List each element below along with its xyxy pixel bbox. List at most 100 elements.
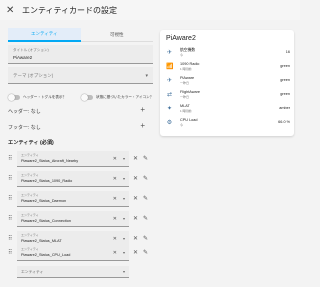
entity-row: ⠿ エンティティ Piaware2_Status_Daemon ✕ ▾ ✕ ✎ <box>8 191 153 207</box>
preview-title: PiAware2 <box>166 35 196 42</box>
entity-select-value: Piaware2_Status_MLAT <box>21 238 62 243</box>
preview-row-time: 一昨日 <box>180 95 190 99</box>
edit-entity-icon[interactable]: ✎ <box>143 249 148 256</box>
entity-select-label: エンティティ <box>21 153 39 157</box>
clear-icon[interactable]: ✕ <box>113 156 117 162</box>
remove-entity-icon[interactable]: ✕ <box>133 215 138 222</box>
airplane-icon: ✈ <box>166 78 173 84</box>
preview-row-state: 16 <box>285 50 290 54</box>
editor-tabs: エンティティ 可視性 <box>8 28 153 42</box>
preview-row[interactable]: ✈ 航空機数 今 16 <box>166 48 290 58</box>
edit-entity-icon[interactable]: ✎ <box>143 215 148 222</box>
preview-row-time: 1 時間前 <box>180 67 192 71</box>
chevron-down-icon: ▾ <box>122 236 125 241</box>
preview-row-state: 66.0 % <box>278 120 290 124</box>
remove-entity-icon[interactable]: ✕ <box>133 155 138 162</box>
entity-select-label: エンティティ <box>21 193 39 197</box>
entity-select-value: Piaware2_Status_Aircraft_Nearby <box>21 158 79 163</box>
preview-row-state: green <box>280 78 290 82</box>
drag-handle-icon[interactable]: ⠿ <box>8 155 14 162</box>
state-color-label: 状態に基づいたカラー・アイコン？ <box>96 95 154 99</box>
drag-handle-icon[interactable]: ⠿ <box>8 235 14 242</box>
theme-select[interactable]: テーマ (オプション) ▾ <box>8 67 153 84</box>
footer-label: フッター: なし <box>8 125 41 131</box>
entity-select-value: Piaware2_Status_1090_Radio <box>21 178 73 183</box>
chevron-down-icon: ▾ <box>122 176 125 181</box>
chevron-down-icon: ▾ <box>122 250 125 255</box>
chevron-down-icon: ▾ <box>122 156 125 161</box>
entities-section-title: エンティティ (必須) <box>8 140 54 146</box>
mlat-icon: ✦ <box>166 106 173 112</box>
remove-entity-icon[interactable]: ✕ <box>133 235 138 242</box>
entity-select[interactable]: エンティティ Piaware2_Status_Connection ✕ ▾ <box>17 211 129 227</box>
drag-handle-icon[interactable]: ⠿ <box>8 175 14 182</box>
state-color-switch[interactable] <box>81 94 93 101</box>
chevron-down-icon: ▾ <box>122 269 125 274</box>
clear-icon[interactable]: ✕ <box>113 176 117 182</box>
entity-select-value: Piaware2_Status_CPU_Load <box>21 252 71 257</box>
add-entity-select[interactable]: エンティティ ▾ <box>17 266 129 278</box>
preview-row-name: 1090 Radio <box>180 62 200 66</box>
preview-row-name: FlightAware <box>180 90 200 94</box>
card-preview: PiAware2 ✈ 航空機数 今 16 📶 1090 Radio 1 時間前 … <box>160 30 294 136</box>
radio-icon: 📶 <box>166 64 174 70</box>
preview-row[interactable]: 📶 1090 Radio 1 時間前 green <box>166 62 290 72</box>
close-icon[interactable]: ✕ <box>6 5 16 16</box>
preview-row[interactable]: ⚙ CPU Load 今 66.0 % <box>166 118 290 128</box>
theme-select-placeholder: テーマ (オプション) <box>13 73 54 78</box>
drag-handle-icon[interactable]: ⠿ <box>8 215 14 222</box>
header-toggle-label: ヘッダー・トグルを表示？ <box>23 95 67 99</box>
entity-select[interactable]: エンティティ Piaware2_Status_Daemon ✕ ▾ <box>17 191 129 207</box>
preview-row[interactable]: ⇄ FlightAware 一昨日 green <box>166 90 290 100</box>
entity-select[interactable]: エンティティ Piaware2_Status_CPU_Load ✕ ▾ <box>17 245 129 261</box>
preview-row-time: 一昨日 <box>180 81 190 85</box>
toggle-row: ヘッダー・トグルを表示？ 状態に基づいたカラー・アイコン？ <box>8 94 153 104</box>
preview-row-state: green <box>280 92 290 96</box>
edit-entity-icon[interactable]: ✎ <box>143 195 148 202</box>
entity-row: ⠿ エンティティ Piaware2_Status_CPU_Load ✕ ▾ ✕ … <box>8 245 153 261</box>
entity-select[interactable]: エンティティ Piaware2_Status_1090_Radio ✕ ▾ <box>17 171 129 187</box>
tab-visibility[interactable]: 可視性 <box>80 28 153 42</box>
drag-handle-icon[interactable]: ⠿ <box>8 249 14 256</box>
edit-entity-icon[interactable]: ✎ <box>143 175 148 182</box>
drag-handle-icon[interactable]: ⠿ <box>8 195 14 202</box>
preview-row-state: amber <box>279 106 290 110</box>
dialog-title: エンティティカードの設定 <box>22 5 118 15</box>
title-field[interactable]: タイトル (オプション) PiAware2 <box>8 45 153 64</box>
entity-select-label: エンティティ <box>21 173 39 177</box>
entity-select[interactable]: エンティティ Piaware2_Status_Aircraft_Nearby ✕… <box>17 151 129 167</box>
entity-select-label: エンティティ <box>21 247 39 251</box>
header-toggle-switch[interactable] <box>8 94 20 101</box>
add-entity-placeholder: エンティティ <box>21 270 44 274</box>
preview-row[interactable]: ✦ MLAT 1 時間前 amber <box>166 104 290 114</box>
title-field-label: タイトル (オプション) <box>13 48 49 52</box>
remove-entity-icon[interactable]: ✕ <box>133 249 138 256</box>
preview-row-name: CPU Load <box>180 118 198 122</box>
edit-entity-icon[interactable]: ✎ <box>143 235 148 242</box>
preview-row-time: 今 <box>180 123 184 127</box>
clear-icon[interactable]: ✕ <box>113 216 117 222</box>
add-header-button[interactable]: + <box>140 106 145 114</box>
remove-entity-icon[interactable]: ✕ <box>133 175 138 182</box>
add-footer-button[interactable]: + <box>140 122 145 130</box>
entity-select-label: エンティティ <box>21 233 39 237</box>
preview-row-time: 1 時間前 <box>180 109 192 113</box>
tab-entities[interactable]: エンティティ <box>8 28 81 42</box>
preview-row-name: MLAT <box>180 104 190 108</box>
preview-row[interactable]: ✈ PiAware 一昨日 green <box>166 76 290 86</box>
clear-icon[interactable]: ✕ <box>113 196 117 202</box>
clear-icon[interactable]: ✕ <box>113 236 117 242</box>
preview-row-state: green <box>280 64 290 68</box>
entity-select-value: Piaware2_Status_Daemon <box>21 198 67 203</box>
cpu-icon: ⚙ <box>166 120 173 126</box>
clear-icon[interactable]: ✕ <box>113 250 117 256</box>
chevron-down-icon: ▾ <box>122 216 125 221</box>
chevron-down-icon: ▾ <box>122 196 125 201</box>
edit-entity-icon[interactable]: ✎ <box>143 155 148 162</box>
preview-row-name: PiAware <box>180 76 195 80</box>
flight-icon: ⇄ <box>166 92 173 98</box>
dialog-header: ✕ エンティティカードの設定 <box>0 0 300 20</box>
remove-entity-icon[interactable]: ✕ <box>133 195 138 202</box>
entity-row: ⠿ エンティティ Piaware2_Status_1090_Radio ✕ ▾ … <box>8 171 153 187</box>
entity-row: ⠿ エンティティ Piaware2_Status_Aircraft_Nearby… <box>8 151 153 167</box>
